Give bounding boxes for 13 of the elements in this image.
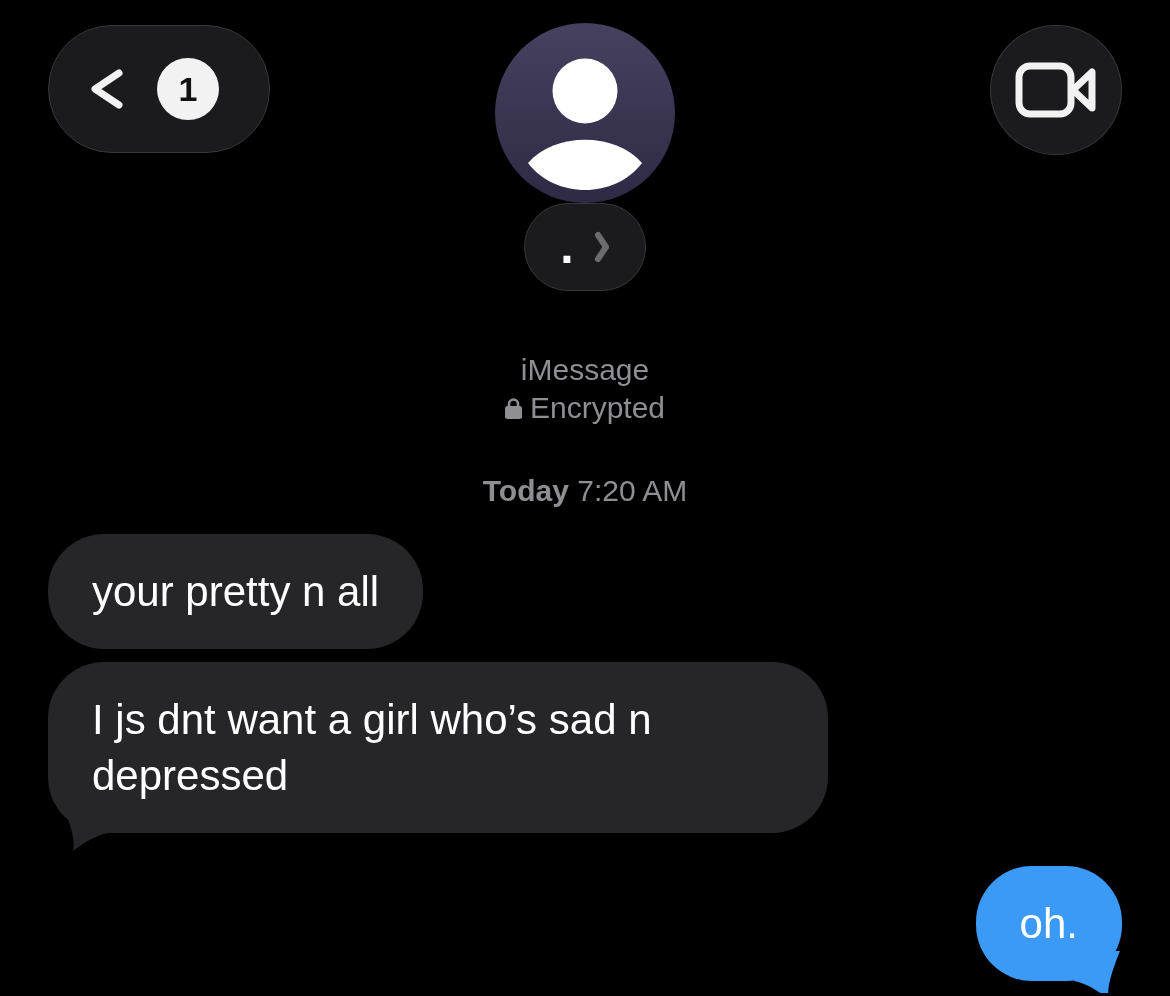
bubble-tail-icon (1074, 951, 1120, 993)
back-button[interactable]: 1 (48, 25, 270, 153)
chevron-icon (89, 69, 125, 109)
message-bubble: your pretty n all (48, 534, 424, 649)
chevron-icon (593, 231, 610, 263)
encryption-label: Encrypted (529, 390, 666, 426)
lock-icon (504, 397, 522, 419)
service-label: iMessage (520, 352, 650, 388)
video-camera-icon (1015, 62, 1097, 118)
unread-badge: 1 (157, 58, 219, 120)
contact-name-button[interactable]: . (524, 203, 646, 291)
contact-avatar[interactable] (495, 23, 675, 203)
timestamp: Today 7:20 AM (482, 473, 688, 509)
